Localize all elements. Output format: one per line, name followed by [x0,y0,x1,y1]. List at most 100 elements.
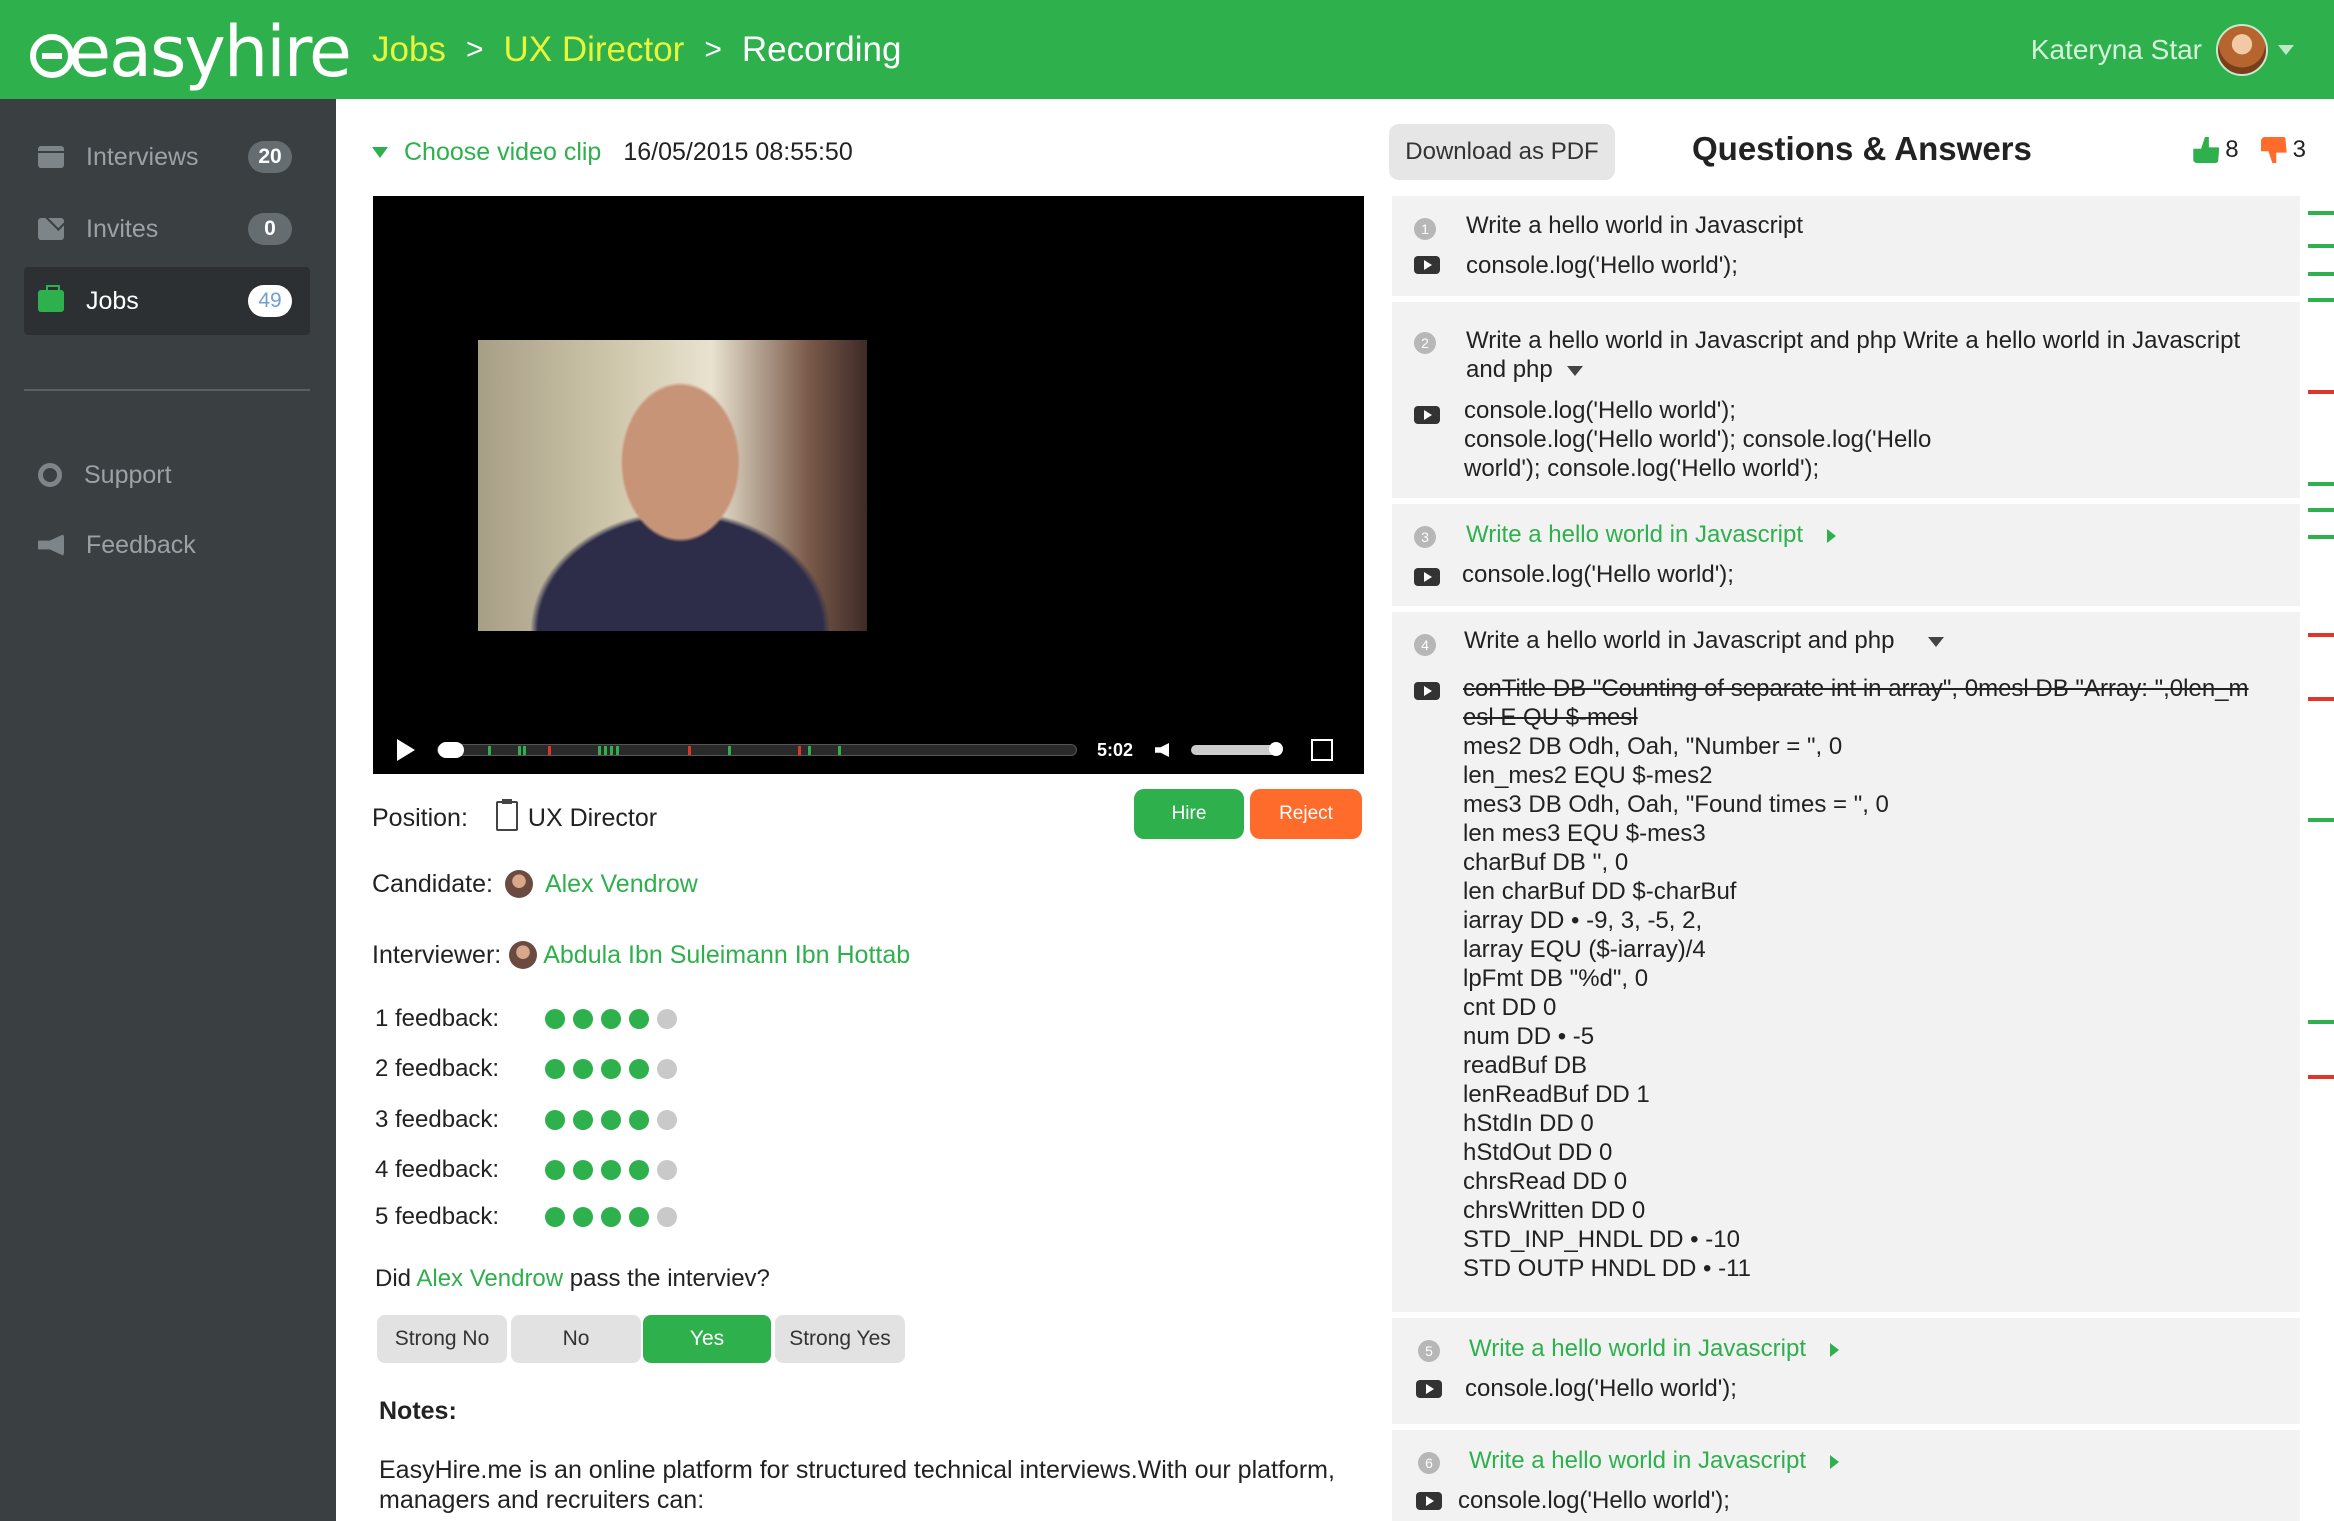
video-play-icon[interactable] [1414,256,1440,274]
avatar [509,941,538,969]
rating-dot[interactable] [657,1009,677,1029]
candidate-link[interactable]: Alex Vendrow [545,870,698,899]
qa-item[interactable]: 6 Write a hello world in Javascript cons… [1392,1430,2300,1521]
rating-dot[interactable] [629,1009,649,1029]
video-play-icon[interactable] [1416,1380,1442,1398]
sidebar-item-interviews[interactable]: Interviews 20 [24,123,310,191]
rating-dot[interactable] [601,1160,621,1180]
play-icon[interactable] [397,739,415,761]
rating-dot[interactable] [629,1160,649,1180]
rating-dot[interactable] [657,1207,677,1227]
timeline-marker[interactable] [2308,1020,2334,1024]
timeline-marker[interactable] [2308,390,2334,394]
sidebar-item-support[interactable]: Support [24,441,310,509]
thumbs-down-icon[interactable] [2260,137,2287,163]
rating-dot[interactable] [545,1059,565,1079]
vote-summary: 8 3 [2193,130,2306,170]
no-button[interactable]: No [511,1315,641,1363]
megaphone-icon [38,534,64,556]
reject-button[interactable]: Reject [1250,789,1362,839]
timeline-marker[interactable] [2308,633,2334,637]
breadcrumb-jobs[interactable]: Jobs [372,30,446,70]
timeline-marker[interactable] [2308,298,2334,302]
avatar [2216,24,2268,76]
timeline-marker[interactable] [2308,508,2334,512]
sidebar-item-invites[interactable]: Invites 0 [24,195,310,263]
caret-right-icon[interactable] [1827,528,1837,543]
hire-button[interactable]: Hire [1134,789,1244,839]
qa-item[interactable]: 1 Write a hello world in Javascript cons… [1392,196,2300,296]
timeline-marker[interactable] [2308,818,2334,822]
rating-dot[interactable] [629,1207,649,1227]
timeline-marker[interactable] [2308,272,2334,276]
seek-marker [548,746,551,755]
video-play-icon[interactable] [1414,682,1440,700]
clipboard-icon [495,799,518,831]
rating-dot[interactable] [629,1110,649,1130]
volume-slider[interactable] [1191,742,1284,756]
strong-no-button[interactable]: Strong No [377,1315,507,1363]
video-play-icon[interactable] [1414,568,1440,586]
interviewer-link[interactable]: Abdula Ibn Suleimann Ibn Hottab [543,941,910,970]
rating-dot[interactable] [601,1059,621,1079]
rating-dot[interactable] [601,1207,621,1227]
video-play-icon[interactable] [1416,1492,1442,1510]
rating-dot[interactable] [573,1059,593,1079]
caret-right-icon[interactable] [1830,1454,1840,1469]
rating-dot[interactable] [545,1207,565,1227]
qa-item[interactable]: 4 Write a hello world in Javascript and … [1392,612,2300,1312]
question-text: Write a hello world in Javascript and ph… [1464,626,1945,655]
thumbs-up-icon[interactable] [2193,137,2220,163]
caret-down-icon[interactable] [1566,365,1583,376]
rating-dot[interactable] [573,1207,593,1227]
sidebar-item-jobs[interactable]: Jobs 49 [24,267,310,335]
seek-handle[interactable] [438,742,464,758]
rating-dot[interactable] [573,1009,593,1029]
video-play-icon[interactable] [1414,406,1440,424]
pass-question: Did Alex Vendrow pass the interviev? [375,1265,770,1293]
fullscreen-icon[interactable] [1311,739,1334,761]
user-menu[interactable]: Kateryna Star [2031,22,2294,78]
volume-handle[interactable] [1269,742,1284,756]
rating-dot[interactable] [657,1110,677,1130]
rating-dot[interactable] [545,1009,565,1029]
rating-dot[interactable] [545,1160,565,1180]
yes-button[interactable]: Yes [643,1315,771,1363]
download-pdf-button[interactable]: Download as PDF [1389,124,1615,180]
timeline-marker[interactable] [2308,482,2334,486]
timeline-marker[interactable] [2308,211,2334,215]
rating-dot[interactable] [657,1059,677,1079]
timeline-marker[interactable] [2308,1075,2334,1079]
candidate-link[interactable]: Alex Vendrow [416,1265,563,1292]
caret-right-icon[interactable] [1830,1342,1840,1357]
timeline-marker[interactable] [2308,535,2334,539]
rating-dot[interactable] [657,1160,677,1180]
video-player[interactable]: 5:02 [373,196,1364,774]
breadcrumb-ux-director[interactable]: UX Director [503,30,684,70]
rating-dot[interactable] [601,1110,621,1130]
caret-down-icon[interactable] [1928,636,1945,647]
seek-marker [838,746,841,755]
rating-dot[interactable] [573,1110,593,1130]
strong-yes-button[interactable]: Strong Yes [775,1315,905,1363]
easyhire-logo[interactable]: easyhire [30,11,352,93]
question-label: Write a hello world in Javascript [1469,1335,1807,1362]
notes-body[interactable]: EasyHire.me is an online platform for st… [379,1455,1369,1515]
rating-dot[interactable] [545,1110,565,1130]
timeline-marker[interactable] [2308,697,2334,701]
volume-icon[interactable] [1155,743,1170,757]
qa-item[interactable]: 3 Write a hello world in Javascript cons… [1392,504,2300,606]
timeline-marker[interactable] [2308,244,2334,248]
question-text: Write a hello world in Javascript and ph… [1466,326,2286,384]
qa-title: Questions & Answers [1692,130,2032,167]
rating-dot[interactable] [629,1059,649,1079]
qa-item[interactable]: 2 Write a hello world in Javascript and … [1392,302,2300,498]
qa-item[interactable]: 5 Write a hello world in Javascript cons… [1392,1318,2300,1424]
rating-dot[interactable] [601,1009,621,1029]
sidebar: Interviews 20 Invites 0 Jobs 49 Support … [0,99,336,1521]
choose-video-clip-link[interactable]: Choose video clip [404,138,601,167]
caret-down-icon[interactable] [372,146,388,158]
rating-dot[interactable] [573,1160,593,1180]
sidebar-item-feedback[interactable]: Feedback [24,511,310,579]
seek-bar[interactable] [437,742,1077,758]
